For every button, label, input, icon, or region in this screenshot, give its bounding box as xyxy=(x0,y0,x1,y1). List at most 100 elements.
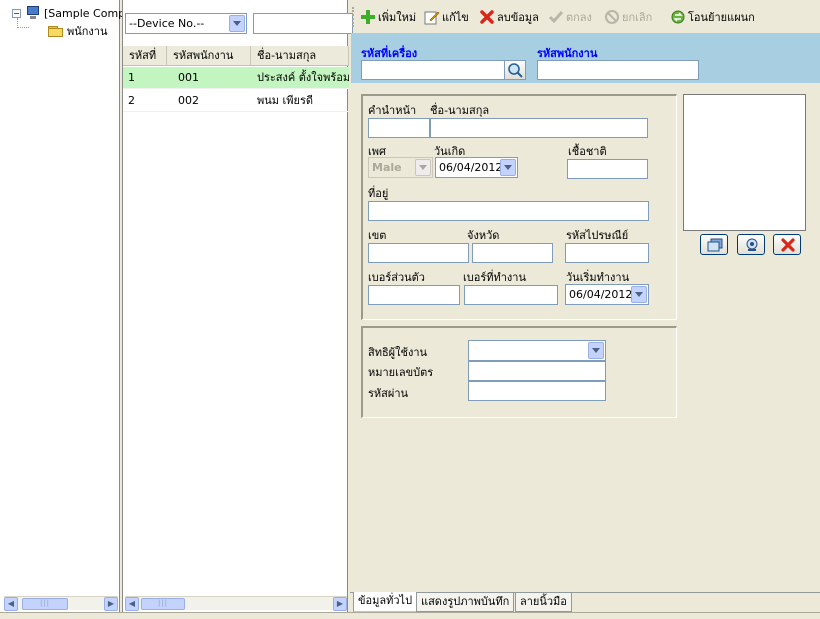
table-row[interactable]: 1 001 ประสงค์ ตั้งใจพร้อม xyxy=(123,67,349,89)
postcode-input[interactable] xyxy=(565,243,649,263)
scrollbar-thumb[interactable]: ||| xyxy=(141,598,185,610)
birthdate-value: 06/04/2012 xyxy=(439,161,503,174)
chevron-down-icon[interactable] xyxy=(229,15,245,32)
tree-hscrollbar[interactable]: ◀ ||| ▶ xyxy=(4,596,118,611)
add-button-label: เพิ่มใหม่ xyxy=(378,11,417,24)
webcam-button[interactable] xyxy=(737,234,765,255)
chevron-down-icon[interactable] xyxy=(415,159,431,176)
employee-id-input[interactable] xyxy=(537,60,699,80)
password-input[interactable] xyxy=(468,381,606,401)
folder-icon xyxy=(48,25,63,37)
user-rights-label: สิทธิผู้ใช้งาน xyxy=(368,346,428,359)
ok-button[interactable]: ตกลง xyxy=(548,8,592,26)
scroll-right-icon[interactable]: ▶ xyxy=(104,597,118,611)
edit-button[interactable]: แก้ไข xyxy=(424,8,469,26)
gender-select[interactable]: Male xyxy=(368,157,433,178)
remove-photo-button[interactable] xyxy=(773,234,801,255)
start-date-value: 06/04/2012 xyxy=(569,288,633,301)
transfer-icon xyxy=(670,9,686,25)
password-label: รหัสผ่าน xyxy=(368,387,409,400)
scroll-left-icon[interactable]: ◀ xyxy=(125,597,139,611)
cancel-button[interactable]: ยกเลิก xyxy=(604,8,652,26)
district-input[interactable] xyxy=(368,243,469,263)
tree-pane: − [Sample Comp พนักงาน ◀ ||| ▶ xyxy=(0,0,125,612)
tab-fingerprint[interactable]: ลายนิ้วมือ xyxy=(515,593,572,612)
browse-photo-button[interactable] xyxy=(700,234,728,255)
postcode-label: รหัสไปรษณีย์ xyxy=(566,229,629,242)
id-header-band: รหัสที่เครื่อง รหัสพนักงาน xyxy=(351,33,820,83)
card-number-input[interactable] xyxy=(468,361,606,381)
address-input[interactable] xyxy=(368,201,649,221)
nationality-label: เชื้อชาติ xyxy=(568,145,607,158)
chevron-down-icon[interactable] xyxy=(631,286,647,303)
cancel-icon xyxy=(604,9,620,25)
device-combo[interactable]: --Device No.-- xyxy=(125,13,247,34)
province-input[interactable] xyxy=(472,243,553,263)
fullname-label: ชื่อ-นามสกุล xyxy=(430,104,490,117)
chevron-down-icon[interactable] xyxy=(500,159,516,176)
tab-general-info[interactable]: ข้อมูลทั่วไป xyxy=(353,592,418,613)
table-row[interactable]: 2 002 พนม เพียรดี xyxy=(123,90,349,112)
address-label: ที่อยู่ xyxy=(368,187,389,200)
search-button[interactable] xyxy=(504,60,526,80)
gender-select-value: Male xyxy=(372,161,402,174)
prefix-label: คำนำหน้า xyxy=(368,104,417,117)
transfer-department-button[interactable]: โอนย้ายแผนก xyxy=(670,8,755,26)
tree-node-employee-label: พนักงาน xyxy=(67,25,108,38)
scroll-right-icon[interactable]: ▶ xyxy=(333,597,347,611)
tree-node-employee[interactable]: พนักงาน xyxy=(48,22,108,40)
edit-icon xyxy=(424,9,440,25)
province-label: จังหวัด xyxy=(467,229,500,242)
employee-list-pane: --Device No.-- รหัสที่ รหัสพนักงาน ชื่อ-… xyxy=(122,0,353,612)
birthdate-picker[interactable]: 06/04/2012 xyxy=(435,157,518,178)
employee-grid-header: รหัสที่ รหัสพนักงาน ชื่อ-นามสกุล xyxy=(123,46,349,66)
tab-strip: ข้อมูลทั่วไป แสดงรูปภาพบันทึก ลายนิ้วมือ xyxy=(350,592,820,613)
image-gallery-icon xyxy=(707,238,723,255)
tree-node-company[interactable]: − [Sample Comp xyxy=(12,6,125,20)
machine-id-input[interactable] xyxy=(361,60,505,80)
nationality-input[interactable] xyxy=(567,159,648,179)
cancel-button-label: ยกเลิก xyxy=(622,11,653,24)
close-icon xyxy=(780,238,796,255)
webcam-icon xyxy=(744,238,760,255)
tree-node-company-label: [Sample Comp xyxy=(44,6,126,20)
list-hscrollbar[interactable]: ◀ ||| ▶ xyxy=(125,596,347,611)
delete-button-label: ลบข้อมูล xyxy=(497,11,539,24)
user-rights-select[interactable] xyxy=(468,340,606,361)
tab-recorded-images[interactable]: แสดงรูปภาพบันทึก xyxy=(416,593,515,612)
scrollbar-thumb[interactable]: ||| xyxy=(22,598,68,610)
column-header-no[interactable]: รหัสที่ xyxy=(123,46,167,66)
delete-icon xyxy=(479,9,495,25)
device-combo-value: --Device No.-- xyxy=(129,17,205,30)
toolbar: เพิ่มใหม่ แก้ไข ลบข้อมูล ตกลง ยกเลิก โอน… xyxy=(350,4,820,30)
personal-phone-label: เบอร์ส่วนตัว xyxy=(368,271,425,284)
start-date-picker[interactable]: 06/04/2012 xyxy=(565,284,649,305)
fullname-input[interactable] xyxy=(430,118,648,138)
column-header-emp-id[interactable]: รหัสพนักงาน xyxy=(167,46,251,66)
delete-button[interactable]: ลบข้อมูล xyxy=(479,8,539,26)
cell-name: ประสงค์ ตั้งใจพร้อม xyxy=(257,71,349,84)
cell-name: พนม เพียรดี xyxy=(257,94,314,107)
cell-emp-id: 001 xyxy=(178,71,199,84)
cell-no: 1 xyxy=(128,71,135,84)
cell-no: 2 xyxy=(128,94,135,107)
employee-photo xyxy=(683,94,806,231)
plus-icon xyxy=(360,9,376,25)
chevron-down-icon[interactable] xyxy=(588,342,604,359)
district-label: เขต xyxy=(368,229,387,242)
check-icon xyxy=(548,9,564,25)
cell-emp-id: 002 xyxy=(178,94,199,107)
work-phone-label: เบอร์ที่ทำงาน xyxy=(463,271,527,284)
add-button[interactable]: เพิ่มใหม่ xyxy=(360,8,416,26)
employee-search-input[interactable] xyxy=(253,13,353,34)
scroll-left-icon[interactable]: ◀ xyxy=(4,597,18,611)
collapse-icon[interactable]: − xyxy=(12,8,21,18)
column-header-name[interactable]: ชื่อ-นามสกุล xyxy=(251,46,349,66)
search-icon xyxy=(508,63,523,78)
prefix-input[interactable] xyxy=(368,118,430,138)
personal-phone-input[interactable] xyxy=(368,285,460,305)
work-phone-input[interactable] xyxy=(464,285,558,305)
transfer-department-label: โอนย้ายแผนก xyxy=(688,11,755,24)
card-number-label: หมายเลขบัตร xyxy=(368,366,434,379)
ok-button-label: ตกลง xyxy=(566,11,592,24)
